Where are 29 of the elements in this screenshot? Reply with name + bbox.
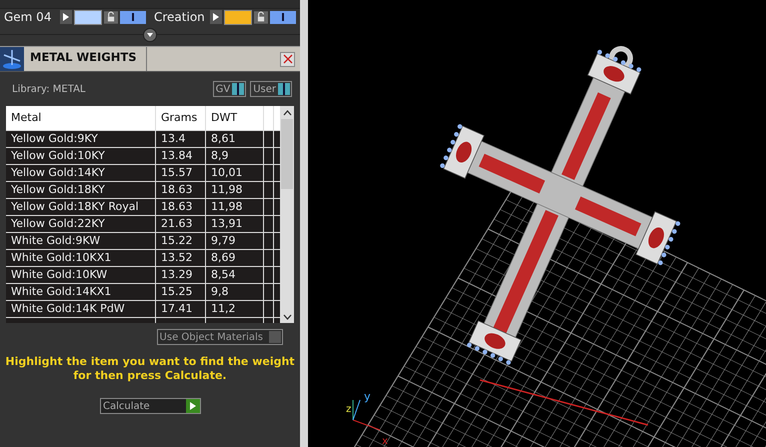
- close-button[interactable]: [280, 52, 295, 66]
- use-object-materials-toggle[interactable]: Use Object Materials: [156, 329, 283, 345]
- play-button[interactable]: [210, 10, 222, 24]
- instruction-text: Highlight the item you want to find the weight for then press Calculate.: [4, 355, 296, 383]
- play-icon: [190, 402, 196, 410]
- scale-icon: [0, 47, 24, 71]
- toggle-switch[interactable]: GV: [212, 81, 246, 97]
- axis-label: z: [346, 404, 352, 415]
- axis-label: y: [364, 390, 371, 403]
- gem-label: Creation: [154, 10, 206, 24]
- play-icon: [213, 13, 219, 21]
- calculate-button[interactable]: Calculate: [100, 398, 201, 414]
- play-button[interactable]: [60, 10, 72, 24]
- panel-title: METAL WEIGHTS: [24, 47, 147, 71]
- toggle-button[interactable]: [270, 10, 296, 24]
- toggle-switch[interactable]: User: [250, 81, 292, 97]
- color-swatch[interactable]: [224, 10, 252, 24]
- play-icon: [63, 13, 69, 21]
- toggle-button[interactable]: [120, 10, 146, 24]
- lock-icon[interactable]: [104, 10, 118, 24]
- lock-icon[interactable]: [254, 10, 268, 24]
- gem-label: Gem 04: [4, 10, 52, 24]
- axis-label: x: [382, 436, 388, 447]
- library-label: Library: METAL: [12, 84, 86, 94]
- scrollbar[interactable]: [280, 106, 294, 323]
- collapse-handle-icon[interactable]: [143, 28, 157, 42]
- color-swatch[interactable]: [74, 10, 102, 24]
- scroll-up-icon[interactable]: [282, 110, 292, 116]
- scroll-down-icon[interactable]: [282, 314, 292, 320]
